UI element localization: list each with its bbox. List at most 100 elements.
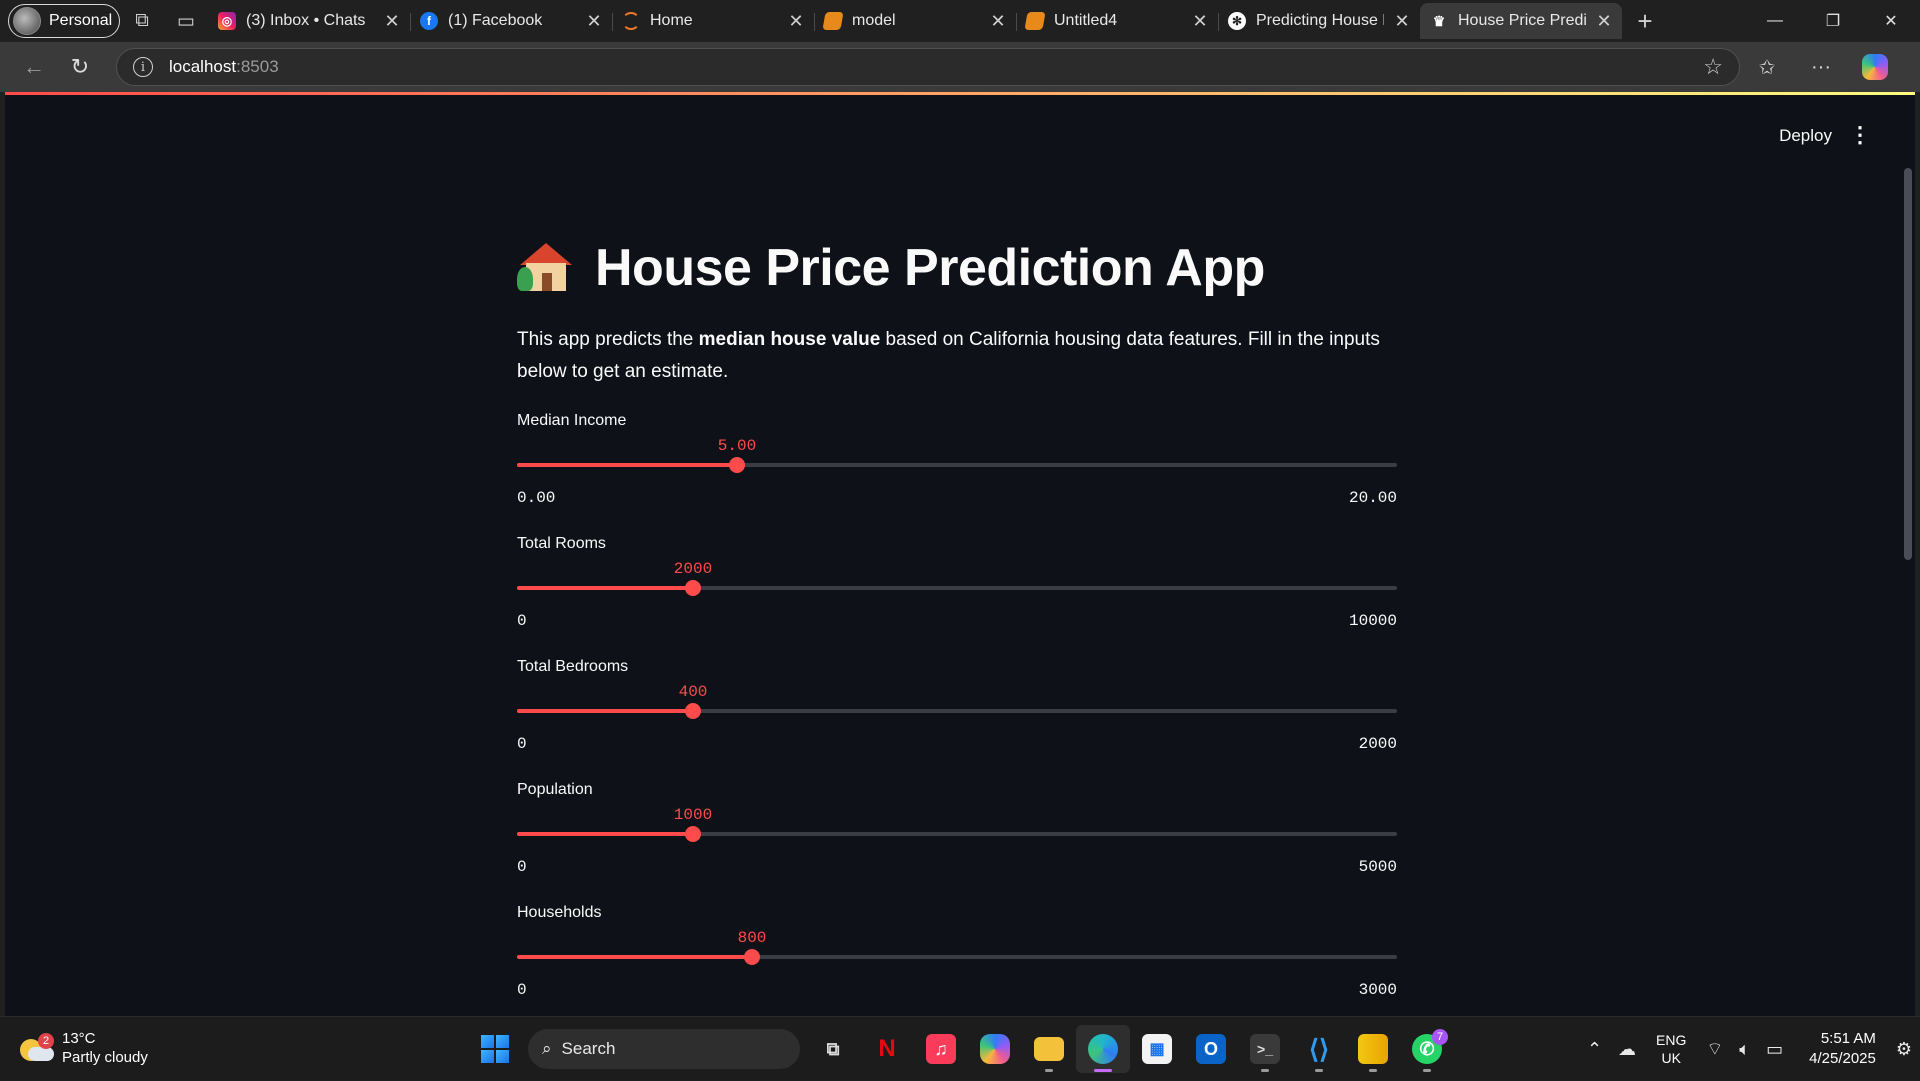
- slider-min: 0: [517, 858, 527, 876]
- deploy-button[interactable]: Deploy: [1779, 126, 1832, 146]
- copilot-icon[interactable]: [1848, 47, 1902, 87]
- whatsapp-badge: 7: [1432, 1029, 1448, 1045]
- slider-track[interactable]: [517, 709, 1397, 713]
- edge-app[interactable]: [1076, 1025, 1130, 1073]
- app-viewport: Deploy ⋮ House Price Prediction App This…: [5, 92, 1915, 1016]
- whatsapp-app[interactable]: ✆ 7: [1400, 1025, 1454, 1073]
- wifi-icon[interactable]: ⌔: [1698, 1038, 1731, 1061]
- slider-track[interactable]: [517, 463, 1397, 467]
- main-menu-icon[interactable]: ⋮: [1849, 122, 1871, 148]
- slider-thumb[interactable]: [685, 826, 701, 842]
- tab-facebook[interactable]: f (1) Facebook ✕: [410, 3, 612, 39]
- slider-label: Households: [517, 904, 602, 921]
- onedrive-icon[interactable]: ☁: [1610, 1039, 1644, 1060]
- tab-close-icon[interactable]: ✕: [990, 11, 1006, 32]
- slider-min: 0: [517, 981, 527, 999]
- tab-close-icon[interactable]: ✕: [384, 11, 400, 32]
- profile-avatar: [13, 7, 41, 35]
- tab-title: Home: [650, 12, 693, 29]
- search-label: Search: [561, 1039, 616, 1058]
- music-icon: ♫: [926, 1034, 956, 1064]
- slider-track[interactable]: [517, 955, 1397, 959]
- power-bi-app[interactable]: [1346, 1025, 1400, 1073]
- page-scrollbar[interactable]: [1904, 168, 1912, 560]
- tab-title: (3) Inbox • Chats: [246, 12, 366, 29]
- house-icon: [517, 241, 575, 295]
- taskbar-search[interactable]: ⌕ Search: [528, 1029, 800, 1069]
- slider-label: Population: [517, 781, 593, 798]
- slider-fill: [517, 832, 693, 836]
- favorite-star-icon[interactable]: ☆: [1703, 54, 1723, 80]
- tab-close-icon[interactable]: ✕: [1596, 11, 1612, 32]
- store-app[interactable]: ▦: [1130, 1025, 1184, 1073]
- taskbar-apps: ⌕ Search ⧉ N ♫ ▦ O >_ ⟨⟩ ✆ 7: [468, 1025, 1454, 1073]
- slider-value: 1000: [673, 806, 713, 824]
- tab-jupyter-home[interactable]: Home ✕: [612, 3, 814, 39]
- store-icon: ▦: [1142, 1034, 1172, 1064]
- slider-value: 400: [678, 683, 708, 701]
- tab-instagram[interactable]: ◎ (3) Inbox • Chats ✕: [208, 3, 410, 39]
- slider-thumb[interactable]: [685, 703, 701, 719]
- notifications-icon[interactable]: ⚙: [1888, 1039, 1920, 1060]
- start-button[interactable]: [468, 1025, 522, 1073]
- weather-widget[interactable]: 2 13°C Partly cloudy: [20, 1029, 148, 1067]
- slider-median-income: Median Income 5.00 0.00 20.00: [517, 412, 1397, 522]
- apple-music-app[interactable]: ♫: [914, 1025, 968, 1073]
- slider-value: 800: [737, 929, 767, 947]
- tab-untitled4[interactable]: Untitled4 ✕: [1016, 3, 1218, 39]
- tab-streamlit-app[interactable]: ♛ House Price Predic ✕: [1420, 3, 1622, 39]
- vscode-app[interactable]: ⟨⟩: [1292, 1025, 1346, 1073]
- workspaces-icon[interactable]: ⧉: [120, 4, 164, 38]
- tab-close-icon[interactable]: ✕: [1394, 11, 1410, 32]
- favorites-icon[interactable]: ✩: [1740, 47, 1794, 87]
- slider-total-rooms: Total Rooms 2000 0 10000: [517, 535, 1397, 645]
- tab-close-icon[interactable]: ✕: [788, 11, 804, 32]
- intro-text: This app predicts the median house value…: [517, 329, 1380, 382]
- back-icon[interactable]: ←: [12, 47, 56, 87]
- tab-actions-icon[interactable]: ▭: [164, 4, 208, 38]
- clock-time: 5:51 AM: [1820, 1030, 1876, 1047]
- chevron-up-icon[interactable]: ⌃: [1579, 1039, 1610, 1060]
- slider-thumb[interactable]: [685, 580, 701, 596]
- notebook-icon: [1024, 12, 1046, 30]
- tab-close-icon[interactable]: ✕: [1192, 11, 1208, 32]
- site-info-icon[interactable]: i: [133, 57, 153, 77]
- slider-thumb[interactable]: [744, 949, 760, 965]
- restore-icon[interactable]: ❐: [1804, 0, 1862, 42]
- tab-chatgpt[interactable]: ✻ Predicting House P ✕: [1218, 3, 1420, 39]
- slider-track[interactable]: [517, 832, 1397, 836]
- netflix-app[interactable]: N: [860, 1025, 914, 1073]
- tab-title: Predicting House P: [1256, 12, 1384, 29]
- file-explorer-app[interactable]: [1022, 1025, 1076, 1073]
- profile-button[interactable]: Personal: [8, 4, 120, 38]
- header-decoration: [5, 92, 1915, 95]
- reload-icon[interactable]: ↻: [58, 47, 102, 87]
- minimize-icon[interactable]: —: [1746, 0, 1804, 42]
- close-window-icon[interactable]: ✕: [1862, 0, 1920, 42]
- battery-icon[interactable]: ▭: [1758, 1039, 1791, 1060]
- tab-model[interactable]: model ✕: [814, 3, 1016, 39]
- slider-thumb[interactable]: [729, 457, 745, 473]
- new-tab-button[interactable]: +: [1622, 6, 1668, 37]
- tab-close-icon[interactable]: ✕: [586, 11, 602, 32]
- volume-icon[interactable]: 🔈︎: [1731, 1039, 1758, 1060]
- browser-tab-strip: Personal ⧉ ▭ ◎ (3) Inbox • Chats ✕ f (1)…: [0, 0, 1920, 42]
- slider-max: 3000: [1358, 981, 1397, 999]
- language-indicator[interactable]: ENG UK: [1644, 1031, 1698, 1067]
- copilot-app[interactable]: [968, 1025, 1022, 1073]
- slider-min: 0: [517, 735, 527, 753]
- jupyter-icon: [622, 12, 640, 30]
- instagram-icon: ◎: [218, 12, 236, 30]
- outlook-app[interactable]: O: [1184, 1025, 1238, 1073]
- slider-track[interactable]: [517, 586, 1397, 590]
- more-menu-icon[interactable]: ···: [1794, 47, 1848, 87]
- vscode-icon: ⟨⟩: [1308, 1033, 1330, 1064]
- facebook-icon: f: [420, 12, 438, 30]
- slider-fill: [517, 709, 693, 713]
- url-port: :8503: [236, 57, 279, 76]
- terminal-app[interactable]: >_: [1238, 1025, 1292, 1073]
- slider-total-bedrooms: Total Bedrooms 400 0 2000: [517, 658, 1397, 768]
- task-view-button[interactable]: ⧉: [806, 1025, 860, 1073]
- clock[interactable]: 5:51 AM 4/25/2025: [1791, 1029, 1888, 1069]
- address-bar[interactable]: i localhost:8503 ☆: [116, 48, 1740, 86]
